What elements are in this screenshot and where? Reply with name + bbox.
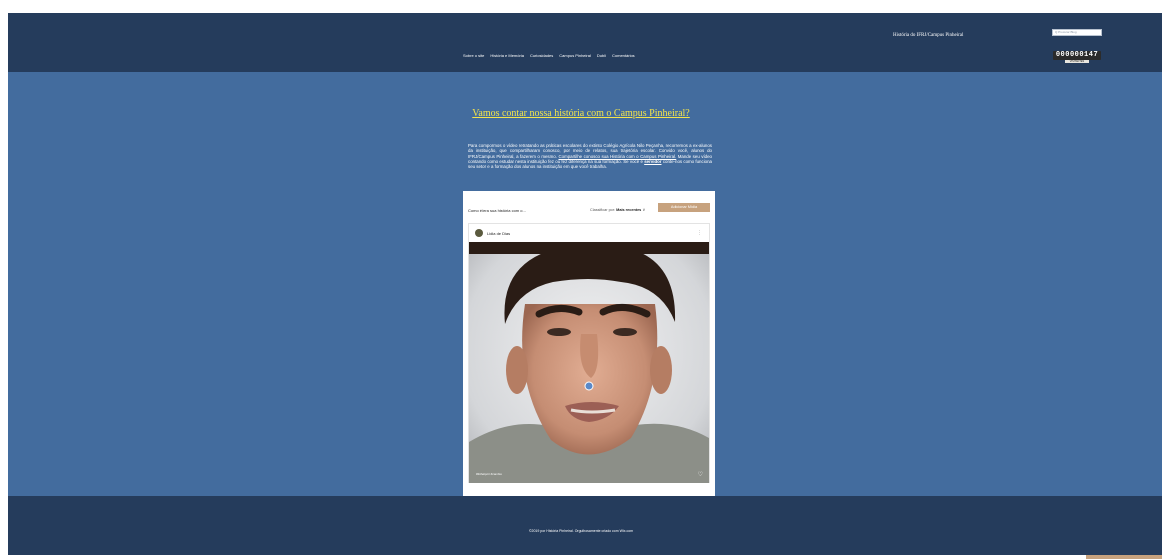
nav-item-comentarios[interactable]: Comentários xyxy=(612,53,635,58)
servidor-link[interactable]: servidor xyxy=(644,159,661,164)
avatar[interactable] xyxy=(475,229,483,237)
nav-item-dubli[interactable]: Dubli xyxy=(597,53,606,58)
post-tags[interactable]: #tbtfeitpcir #cambio xyxy=(476,472,502,476)
intro-paragraph: Para compormos o vídeo retratando as prá… xyxy=(468,143,712,169)
visitor-counter-label: VISITANTES xyxy=(1065,60,1089,63)
site-title[interactable]: História do IFRJ/Campus Pinheiral xyxy=(893,33,963,38)
share-link[interactable]: Compartilhe conosco sua História com o C… xyxy=(558,154,676,159)
heart-icon[interactable]: ♡ xyxy=(698,471,703,478)
page-headline[interactable]: Vamos contar nossa história com o Campus… xyxy=(0,108,1162,119)
media-gallery-card: Como é/era sua história com o... Classif… xyxy=(463,191,715,496)
post-photo[interactable]: #tbtfeitpcir #cambio ♡ xyxy=(469,242,709,483)
sort-value: Mais recentes xyxy=(616,208,642,212)
sort-dropdown[interactable]: Classificar por: Mais recentes ∨ xyxy=(590,207,645,212)
post-author[interactable]: Lidia de Dias xyxy=(487,231,510,236)
selfie-image xyxy=(469,242,709,483)
search-input[interactable]: Q Procurar Blog xyxy=(1052,29,1102,36)
media-post[interactable]: Lidia de Dias ⋮ #tbtfeitpcir #cambio ♡ xyxy=(468,223,710,483)
floating-button[interactable] xyxy=(1086,555,1162,559)
gallery-title: Como é/era sua história com o... xyxy=(468,208,526,213)
nav-item-sobre[interactable]: Sobre o site xyxy=(463,53,484,58)
visitor-counter: 000000147 xyxy=(1053,51,1101,60)
more-options-icon[interactable]: ⋮ xyxy=(697,230,702,236)
site-header xyxy=(8,13,1162,72)
nav-item-campus[interactable]: Campus Pinheiral xyxy=(559,53,591,58)
nav-item-curiosidades[interactable]: Curiosidades xyxy=(530,53,553,58)
main-navigation: Sobre o site História e Memória Curiosid… xyxy=(463,53,635,58)
footer-text[interactable]: ©2019 por História Pinheiral. Orgulhosam… xyxy=(0,529,1162,533)
sort-label: Classificar por: xyxy=(590,208,616,212)
nav-item-historia[interactable]: História e Memória xyxy=(490,53,524,58)
site-footer xyxy=(8,496,1162,555)
add-media-button[interactable]: Adicionar Mídia xyxy=(658,203,710,212)
chevron-down-icon: ∨ xyxy=(642,208,646,212)
